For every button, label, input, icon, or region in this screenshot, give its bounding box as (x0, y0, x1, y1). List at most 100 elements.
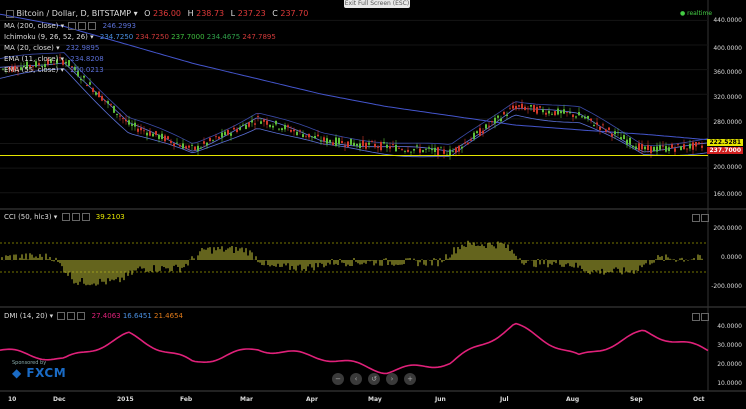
candle-body (251, 120, 253, 123)
x-axis-label: Aug (566, 396, 580, 403)
candle-body (164, 135, 166, 142)
candle-body (581, 116, 583, 118)
candle-body (674, 148, 676, 152)
candle-body (518, 105, 520, 107)
candle-body (200, 147, 202, 149)
candle-body (311, 136, 313, 138)
candle-body (317, 134, 319, 137)
candle-body (260, 121, 262, 124)
candle-body (95, 92, 97, 95)
candle-body (182, 143, 184, 149)
chart-title[interactable]: Bitcoin / Dollar, D, BITSTAMP (17, 9, 132, 18)
exit-fullscreen-button[interactable]: Exit Full Screen (ESC) (344, 0, 410, 8)
candle-body (266, 120, 268, 125)
candle-body (167, 136, 169, 140)
candle-body (356, 143, 358, 146)
candle-body (398, 147, 400, 149)
panel-up-icon[interactable] (692, 313, 700, 321)
candle-body (470, 139, 472, 141)
candle-body (89, 82, 91, 85)
candle-body (647, 145, 649, 150)
candle-body (437, 147, 439, 156)
indicator-ma200[interactable]: MA (200, close) ▾ 246.2993 (4, 22, 136, 30)
cci-header[interactable]: CCI (50, hlc3) ▾ 39.2103 (4, 213, 125, 221)
ohlc-close: 237.70 (280, 9, 309, 18)
indicator-label[interactable]: MA (20, close) (4, 44, 54, 52)
indicator-ema11[interactable]: EMA (11, close) ▾ 234.8208 (4, 55, 104, 63)
candle-body (599, 126, 601, 130)
candle-body (497, 115, 499, 118)
dmi-minus-value: 21.4654 (154, 312, 183, 320)
indicator-ma20[interactable]: MA (20, close) ▾ 232.9895 (4, 44, 99, 52)
indicator-value: 237.7000 (171, 33, 205, 41)
candle-body (155, 131, 157, 135)
settings-icon[interactable] (71, 213, 80, 221)
price-tick: 280.0000 (713, 119, 742, 126)
candle-body (671, 144, 673, 149)
close-icon[interactable] (77, 312, 86, 320)
candle-body (53, 63, 55, 65)
candle-body (275, 120, 277, 125)
candle-body (638, 143, 640, 151)
x-axis-label: Apr (306, 396, 318, 403)
eye-icon[interactable] (61, 213, 70, 221)
candle-body (320, 140, 322, 142)
indicator-ema55[interactable]: EMA (55, close) ▾ 250.0213 (4, 66, 104, 74)
price-tick: 200.0000 (713, 164, 742, 171)
indicator-label[interactable]: MA (200, close) (4, 22, 58, 30)
candle-body (173, 143, 175, 146)
candle-body (593, 125, 595, 127)
candle-body (365, 142, 367, 149)
candle-body (314, 136, 316, 139)
settings-icon[interactable] (78, 22, 87, 30)
candle-body (227, 130, 229, 135)
candle-body (161, 133, 163, 139)
candle-body (515, 105, 517, 110)
candle-body (98, 91, 100, 98)
candle-body (503, 111, 505, 115)
candle-body (188, 145, 190, 148)
candle-body (656, 146, 658, 152)
indicator-label[interactable]: EMA (11, close) (4, 55, 58, 63)
eye-icon[interactable] (68, 22, 77, 30)
close-icon[interactable] (88, 22, 97, 30)
candle-body (308, 133, 310, 138)
candle-body (170, 140, 172, 143)
collapse-toggle[interactable] (6, 9, 14, 18)
zoom-in-icon[interactable]: + (404, 373, 416, 385)
candle-body (500, 118, 502, 122)
scroll-left-icon[interactable]: ‹ (350, 373, 362, 385)
candle-body (137, 128, 139, 132)
candle-body (479, 128, 481, 136)
indicator-ichimoku[interactable]: Ichimoku (9, 26, 52, 26) ▾ 234.7250 234.… (4, 33, 276, 41)
candle-body (233, 127, 235, 130)
eye-icon[interactable] (57, 312, 66, 320)
candle-body (659, 145, 661, 150)
panel-down-icon[interactable] (701, 214, 709, 222)
dmi-label[interactable]: DMI (14, 20) (4, 312, 47, 320)
cci-label[interactable]: CCI (50, hlc3) (4, 213, 52, 221)
x-axis-label: 2015 (117, 396, 134, 403)
ohlc-high-label: H (187, 9, 194, 18)
price-tick: 320.0000 (713, 94, 742, 101)
zoom-out-icon[interactable]: − (332, 373, 344, 385)
candle-body (368, 142, 370, 145)
indicator-label[interactable]: Ichimoku (9, 26, 52, 26) (4, 33, 88, 41)
close-icon[interactable] (81, 213, 90, 221)
scroll-right-icon[interactable]: › (386, 373, 398, 385)
settings-icon[interactable] (67, 312, 76, 320)
candle-body (107, 101, 109, 104)
panel-down-icon[interactable] (701, 313, 709, 321)
candle-body (587, 116, 589, 119)
reset-icon[interactable]: ↺ (368, 373, 380, 385)
candle-body (113, 105, 115, 113)
candle-body (245, 124, 247, 130)
fxcm-logo[interactable]: Sponsored by ◆ FXCM (12, 360, 66, 380)
panel-up-icon[interactable] (692, 214, 700, 222)
candle-body (635, 146, 637, 150)
x-axis-label: Sep (630, 396, 643, 403)
candle-body (560, 111, 562, 114)
indicator-label[interactable]: EMA (55, close) (4, 66, 58, 74)
dmi-header[interactable]: DMI (14, 20) ▾ 27.4063 16.6451 21.4654 (4, 312, 183, 320)
price-badge-current: 237.7000 (707, 147, 743, 154)
